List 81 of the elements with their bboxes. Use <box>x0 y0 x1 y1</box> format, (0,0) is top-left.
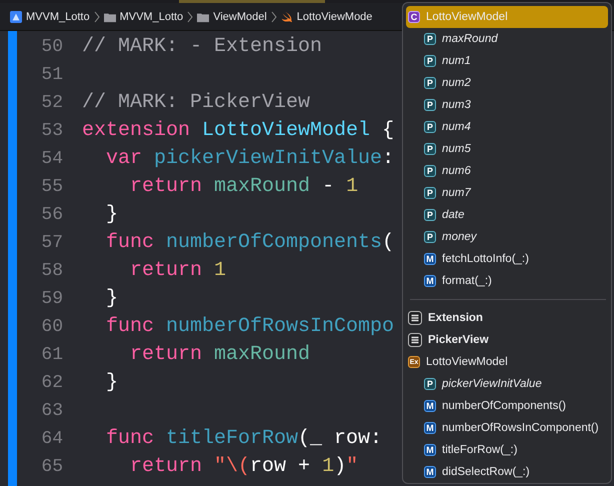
breadcrumb-item[interactable]: MVVM_Lotto <box>120 10 184 22</box>
property-badge-icon: P <box>424 378 436 390</box>
code-line: func numberOfRowsInCompo <box>105 315 394 338</box>
line-number: 64 <box>40 428 63 451</box>
property-badge-icon: P <box>424 121 436 133</box>
symbol-item[interactable]: M format(_:) <box>406 270 608 292</box>
property-badge-icon: P <box>424 99 436 111</box>
symbol-item[interactable]: PickerView <box>406 329 608 351</box>
symbol-item[interactable]: M fetchLottoInfo(_:) <box>406 248 608 270</box>
code-line: } <box>105 371 118 394</box>
code-line: return 1 <box>129 259 226 282</box>
line-number: 58 <box>40 260 63 283</box>
code-line: } <box>105 287 118 310</box>
code-line: } <box>105 203 118 226</box>
property-badge-icon: P <box>424 77 436 89</box>
symbol-item[interactable]: Extension <box>406 307 608 329</box>
symbol-item[interactable]: P pickerViewInitValue <box>406 373 608 395</box>
symbol-item[interactable]: P num4 <box>406 116 608 138</box>
property-badge-icon: P <box>424 33 436 45</box>
line-number: 50 <box>40 36 63 59</box>
line-number: 57 <box>40 232 63 255</box>
line-number: 56 <box>40 204 63 227</box>
property-badge-icon: P <box>424 187 436 199</box>
mark-icon <box>408 311 422 325</box>
code-line: // MARK: PickerView <box>82 91 310 114</box>
symbol-item[interactable]: P num6 <box>406 160 608 182</box>
property-badge-icon: P <box>424 165 436 177</box>
class-badge-icon: C <box>408 11 420 23</box>
symbol-item[interactable]: P num3 <box>406 94 608 116</box>
chevron-icon <box>94 10 100 22</box>
line-number: 54 <box>40 148 63 171</box>
line-number: 62 <box>40 372 63 395</box>
symbol-item[interactable]: M numberOfComponents() <box>406 395 608 417</box>
method-badge-icon: M <box>424 444 436 456</box>
code-line: func numberOfComponents( <box>105 231 394 254</box>
mark-icon <box>408 333 422 347</box>
method-badge-icon: M <box>424 466 436 478</box>
line-number: 65 <box>40 456 63 479</box>
method-badge-icon: M <box>424 400 436 412</box>
code-line: extension LottoViewModel { <box>82 119 394 142</box>
symbol-item[interactable]: P num5 <box>406 138 608 160</box>
breadcrumb-item[interactable]: MVVM_Lotto <box>26 10 90 22</box>
line-number: 59 <box>40 288 63 311</box>
line-number: 60 <box>40 316 63 339</box>
code-line: return maxRound <box>129 343 310 366</box>
property-badge-icon: P <box>424 55 436 67</box>
code-line: return maxRound - 1 <box>129 175 358 198</box>
line-number: 63 <box>40 400 63 423</box>
property-badge-icon: P <box>424 231 436 243</box>
line-number: 53 <box>40 120 63 143</box>
symbol-item[interactable]: P money <box>406 226 608 248</box>
symbol-item[interactable]: M didSelectRow(_:) <box>406 461 608 483</box>
symbol-item[interactable]: C LottoViewModel <box>406 6 608 28</box>
code-line: func titleForRow(_ row: <box>105 427 384 450</box>
breadcrumb-item[interactable]: LottoViewMode <box>296 10 372 22</box>
line-number: 61 <box>40 344 63 367</box>
symbol-item[interactable]: M numberOfRowsInComponent() <box>406 417 608 439</box>
project-icon <box>10 10 22 22</box>
line-number: 52 <box>40 92 63 115</box>
folder-icon <box>197 10 210 22</box>
property-badge-icon: P <box>424 209 436 221</box>
breadcrumb-item[interactable]: ViewModel <box>213 10 267 22</box>
method-badge-icon: M <box>424 422 436 434</box>
symbol-item[interactable]: P num1 <box>406 50 608 72</box>
method-badge-icon: M <box>424 275 436 287</box>
symbol-item[interactable]: P num7 <box>406 182 608 204</box>
symbol-item[interactable]: P maxRound <box>406 28 608 50</box>
symbol-item[interactable]: P num2 <box>406 72 608 94</box>
line-number: 51 <box>40 64 63 87</box>
code-line: return "\(row + 1)" <box>129 455 358 478</box>
code-line: var pickerViewInitValue: <box>105 147 394 170</box>
property-badge-icon: P <box>424 143 436 155</box>
folder-icon <box>104 10 116 22</box>
symbol-item[interactable]: M titleForRow(_:) <box>406 439 608 461</box>
symbol-item[interactable]: P date <box>406 204 608 226</box>
chevron-icon <box>270 10 277 22</box>
chevron-icon <box>187 10 194 22</box>
line-number: 55 <box>40 176 63 199</box>
swift-icon <box>280 10 293 22</box>
code-line: // MARK: - Extension <box>82 35 322 58</box>
method-badge-icon: M <box>424 253 436 265</box>
